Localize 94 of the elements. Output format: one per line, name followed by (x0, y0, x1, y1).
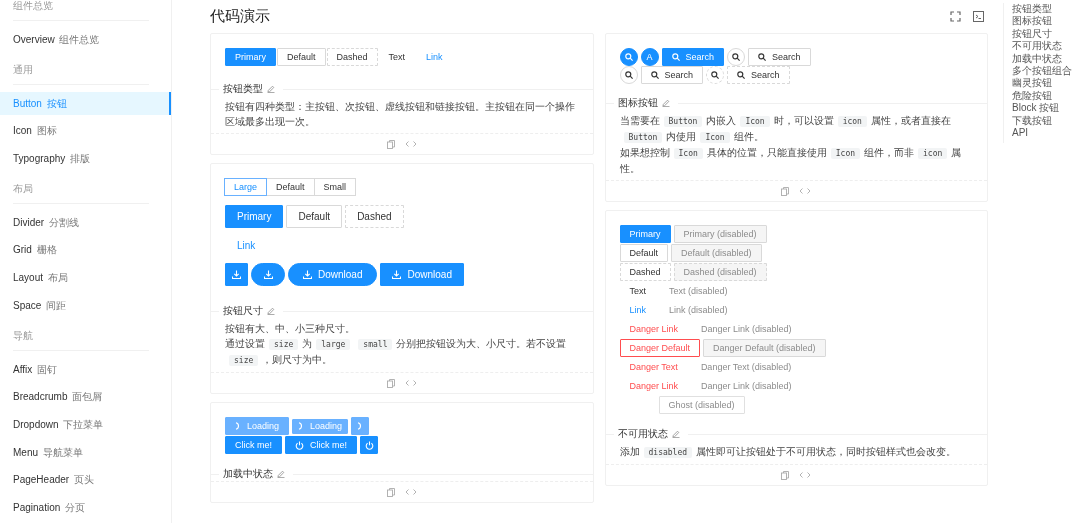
copy-icon[interactable] (781, 470, 790, 480)
description-text: 添加 disabled 属性即可让按钮处于不可用状态，同时按钮样式也会改变。 (619, 445, 958, 460)
copy-icon[interactable] (781, 186, 790, 196)
description-text: 如果想控制 Icon 具体的位置，只能直接使用 Icon 组件，而非 icon 属性。 (619, 146, 963, 176)
anchor-link[interactable]: 加载中状态 (1012, 52, 1072, 66)
menu-item[interactable]: Grid 栅格 (0, 238, 171, 262)
menu-item[interactable]: Affix 固钉 (0, 357, 171, 381)
anchor-link[interactable]: 按钮类型 (1012, 3, 1072, 16)
code-icon[interactable] (799, 187, 812, 195)
anchor-link[interactable]: 下载按钮 (1012, 114, 1072, 128)
dashed-button[interactable]: Dashed (326, 48, 378, 66)
search-icon (758, 53, 767, 61)
edit-icon[interactable] (661, 99, 670, 107)
search-icon (732, 53, 741, 61)
description-text: 按钮有大、中、小三种尺寸。 (225, 322, 356, 336)
search-icon (624, 53, 633, 61)
code-icon[interactable] (404, 140, 417, 148)
primary-button[interactable] (351, 417, 370, 435)
dashed-button[interactable]: Search (727, 66, 790, 84)
download-icon (263, 270, 273, 279)
anchor-link[interactable]: API (1012, 127, 1072, 140)
search-icon (650, 71, 659, 79)
anchor-link[interactable]: 危险按钮 (1012, 89, 1072, 103)
download-icon (303, 270, 312, 279)
search-icon (624, 71, 633, 79)
menu-group-title: 导航 (13, 321, 149, 351)
page-title: 代码演示 (210, 7, 270, 26)
default-button[interactable]: Default (277, 48, 326, 66)
menu-item[interactable]: Breadcrumb 面包屑 (0, 385, 171, 409)
anchor-link[interactable]: 图标按钮 (1012, 15, 1072, 28)
menu-group-title: 布局 (13, 174, 149, 204)
section-title: 按钮类型 (223, 82, 263, 96)
description-text: 通过设置 size 为 large small 分别把按钮设为大、小尺寸。若不设置 size ，则尺寸为中。 (225, 337, 568, 368)
menu-item[interactable]: Overview 组件总览 (0, 28, 171, 51)
section-title: 加载中状态 (223, 467, 273, 481)
size-radio-button[interactable]: Default (266, 178, 315, 196)
dashed-button[interactable]: Dashed (345, 205, 404, 228)
section-title: 按钮尺寸 (223, 304, 263, 318)
dashed-button[interactable] (706, 66, 725, 84)
copy-icon[interactable] (386, 139, 395, 149)
edit-icon[interactable] (267, 307, 275, 315)
description-text: 按钮有四种类型：主按钮、次按钮、虚线按钮和链接按钮。主按钮在同一个操作区域最多出现一次。 (225, 100, 576, 129)
menu-item[interactable]: PageHeader 页头 (0, 468, 171, 492)
edit-icon[interactable] (267, 85, 275, 93)
search-icon (737, 71, 746, 79)
code-icon[interactable] (404, 488, 417, 496)
menu-item[interactable]: Space 间距 (0, 293, 171, 317)
primary-button[interactable] (251, 263, 285, 286)
power-icon (295, 440, 304, 450)
menu-item[interactable]: Divider 分割线 (0, 210, 171, 234)
loading-icon (235, 422, 241, 430)
download-icon (232, 270, 241, 279)
section-title: 不可用状态 (617, 427, 668, 441)
copy-icon[interactable] (386, 378, 395, 388)
default-button[interactable] (619, 66, 638, 84)
default-button[interactable]: Default (286, 205, 343, 228)
default-button[interactable]: Default (619, 244, 669, 262)
dashed-button[interactable]: Dashed (619, 263, 671, 281)
edit-icon[interactable] (671, 430, 680, 438)
code-icon[interactable] (404, 379, 417, 387)
default-button[interactable] (727, 48, 746, 66)
menu-item[interactable]: Dropdown 下拉菜单 (0, 412, 171, 436)
download-icon (392, 270, 402, 279)
description-text: 当需要在 Button 内嵌入 Icon 时，可以设置 icon 属性，或者直接在 Button 内使用 Icon 组件。 (619, 114, 952, 145)
menu-item[interactable]: Menu 导航菜单 (0, 440, 171, 464)
copy-icon[interactable] (386, 487, 395, 497)
default-button[interactable]: Search (748, 48, 811, 66)
power-icon (364, 440, 374, 450)
anchor-link[interactable]: 按钮尺寸 (1012, 27, 1072, 41)
fullscreen-icon[interactable] (950, 11, 961, 22)
anchor-link[interactable]: Block 按钮 (1012, 102, 1072, 115)
code-icon[interactable] (799, 471, 812, 479)
menu-item[interactable]: Icon 图标 (0, 119, 171, 143)
search-icon (711, 71, 720, 79)
section-title: 图标按钮 (617, 96, 658, 110)
primary-button[interactable] (225, 263, 248, 286)
terminal-icon[interactable] (973, 11, 984, 22)
edit-icon[interactable] (277, 470, 285, 478)
anchor-link[interactable]: 不可用状态 (1012, 40, 1072, 53)
primary-button[interactable] (360, 436, 379, 454)
menu-group-title: 组件总览 (13, 0, 149, 21)
menu-item[interactable]: Layout 布局 (0, 266, 171, 290)
text-button[interactable]: Text (378, 48, 416, 66)
search-icon (671, 53, 680, 61)
anchor-link[interactable]: 幽灵按钮 (1012, 77, 1072, 90)
default-button[interactable]: Search (640, 66, 704, 84)
size-radio-button[interactable]: Small (313, 178, 357, 196)
text-button[interactable]: Text (619, 282, 656, 300)
menu-item[interactable]: Typography 排版 (0, 147, 171, 171)
loading-icon (298, 422, 305, 430)
menu-group-title: 通用 (13, 55, 149, 85)
anchor-link[interactable]: 多个按钮组合 (1012, 65, 1072, 78)
menu-item[interactable]: Pagination 分页 (0, 495, 171, 519)
loading-icon (357, 422, 364, 430)
